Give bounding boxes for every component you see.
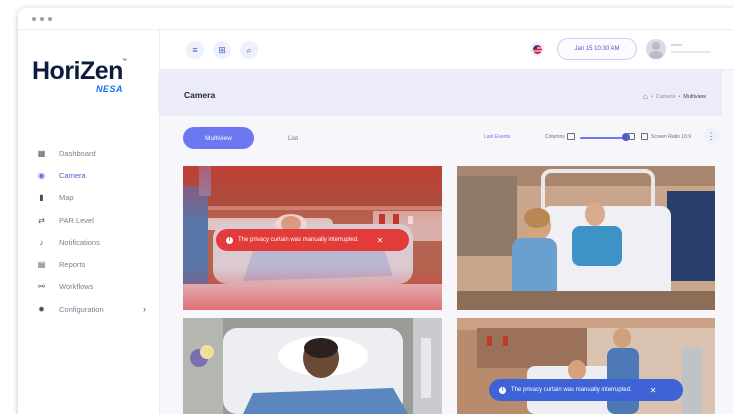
page-header xyxy=(158,70,722,116)
sidebar-item-dashboard[interactable]: ▦ Dashboard xyxy=(18,142,160,164)
dashboard-icon: ▦ xyxy=(37,148,46,158)
columns-icon xyxy=(627,133,635,140)
title-bar xyxy=(18,8,733,30)
menu-button[interactable]: ≡ xyxy=(186,41,204,59)
sidebar-item-label: Configuration xyxy=(59,304,104,314)
sidebar-item-label: Camera xyxy=(59,170,86,180)
gear-icon: ✹ xyxy=(38,304,45,314)
camera-tile[interactable]: i The privacy curtain was manually inter… xyxy=(457,318,715,414)
sidebar: HoriZen ™ NESA ▦ Dashboard ◉ Camera ▮ Ma… xyxy=(18,30,160,414)
sidebar-item-label: Workflows xyxy=(59,282,94,292)
bell-icon: ♪ xyxy=(39,237,44,247)
alert-message: The privacy curtain was manually interru… xyxy=(511,387,632,393)
camera-feed-image xyxy=(183,318,442,414)
brand-logo[interactable]: HoriZen ™ NESA xyxy=(32,57,127,94)
map-icon: ▮ xyxy=(39,193,44,203)
window-dot xyxy=(40,17,44,21)
breadcrumb-separator: • xyxy=(650,93,653,100)
sidebar-item-label: Reports xyxy=(59,260,86,270)
workflows-icon: ⚯ xyxy=(38,282,45,292)
camera-feed-image xyxy=(457,166,715,310)
search-icon: ⌕ xyxy=(246,44,252,55)
sidebar-item-camera[interactable]: ◉ Camera xyxy=(18,164,160,186)
sidebar-item-label: PAR Level xyxy=(59,215,94,225)
chevron-right-icon: › xyxy=(143,304,146,315)
trademark-mark: ™ xyxy=(121,58,127,64)
top-bar: ≡ ⊞ ⌕ Jan 15 10:30 AM Admin xyxy=(160,30,733,70)
us-flag-icon xyxy=(532,44,542,54)
date-time-pill[interactable]: Jan 15 10:30 AM xyxy=(557,38,637,60)
camera-icon: ◉ xyxy=(38,170,45,180)
privacy-alert-toast[interactable]: i The privacy curtain was manually inter… xyxy=(216,229,409,251)
grid-icon: ⊞ xyxy=(218,44,226,55)
brand-name: HoriZen xyxy=(32,57,123,85)
view-toolbar: Multiview List xyxy=(158,122,722,154)
sidebar-item-reports[interactable]: ▤ Reports xyxy=(18,253,160,275)
sidebar-item-label: Dashboard xyxy=(59,148,96,158)
brand-sub: NESA xyxy=(95,84,123,94)
breadcrumb-item-current: Multiview xyxy=(683,93,706,100)
breadcrumb-item[interactable]: Camera xyxy=(656,94,676,100)
page-title: Camera xyxy=(184,90,216,100)
window-dot xyxy=(48,17,52,21)
tab-multiview[interactable]: Multiview xyxy=(183,127,254,149)
window-dot xyxy=(32,17,36,21)
sidebar-item-workflows[interactable]: ⚯ Workflows xyxy=(18,276,160,298)
screen-ratio-label: Screen Ratio 16:9 xyxy=(651,134,692,140)
camera-tile[interactable] xyxy=(183,318,442,414)
close-icon[interactable]: ✕ xyxy=(377,236,384,245)
home-icon[interactable]: ⌂ xyxy=(643,92,648,101)
screen-ratio-checkbox[interactable] xyxy=(641,133,648,140)
last-events-link[interactable]: Last Events xyxy=(484,134,510,140)
privacy-alert-toast[interactable]: i The privacy curtain was manually inter… xyxy=(489,379,683,401)
avatar[interactable] xyxy=(646,39,666,59)
reports-icon: ▤ xyxy=(37,260,46,270)
sidebar-item-label: Notifications xyxy=(59,237,100,247)
sidebar-item-configuration[interactable]: ✹ Configuration › xyxy=(18,298,160,320)
search-button[interactable]: ⌕ xyxy=(240,41,258,59)
sidebar-item-notifications[interactable]: ♪ Notifications xyxy=(18,231,160,253)
camera-tile[interactable]: i The privacy curtain was manually inter… xyxy=(183,166,442,310)
tab-list[interactable]: List xyxy=(258,127,328,149)
sidebar-nav: ▦ Dashboard ◉ Camera ▮ Map ⇄ PAR Level ♪… xyxy=(18,142,160,320)
sidebar-item-label: Map xyxy=(59,193,74,203)
sidebar-item-map[interactable]: ▮ Map xyxy=(18,187,160,209)
info-icon: i xyxy=(226,236,233,244)
language-selector[interactable] xyxy=(530,42,544,56)
alert-message: The privacy curtain was manually interru… xyxy=(238,237,359,243)
close-icon[interactable]: ✕ xyxy=(650,386,657,395)
info-icon: i xyxy=(499,386,506,394)
apps-button[interactable]: ⊞ xyxy=(213,41,231,59)
hamburger-icon: ≡ xyxy=(192,45,198,55)
columns-label: Columns xyxy=(545,134,565,140)
user-name: Admin xyxy=(671,42,683,47)
par-level-icon: ⇄ xyxy=(38,215,45,225)
kebab-icon: ⋮ xyxy=(706,130,716,141)
sidebar-item-par-level[interactable]: ⇄ PAR Level xyxy=(18,209,160,231)
user-role-placeholder xyxy=(671,51,711,53)
breadcrumb: ⌂ • Camera • Multiview xyxy=(643,92,706,101)
breadcrumb-separator: • xyxy=(678,93,681,100)
columns-icon xyxy=(567,133,575,140)
more-options-button[interactable]: ⋮ xyxy=(703,128,719,144)
camera-tile[interactable] xyxy=(457,166,715,310)
